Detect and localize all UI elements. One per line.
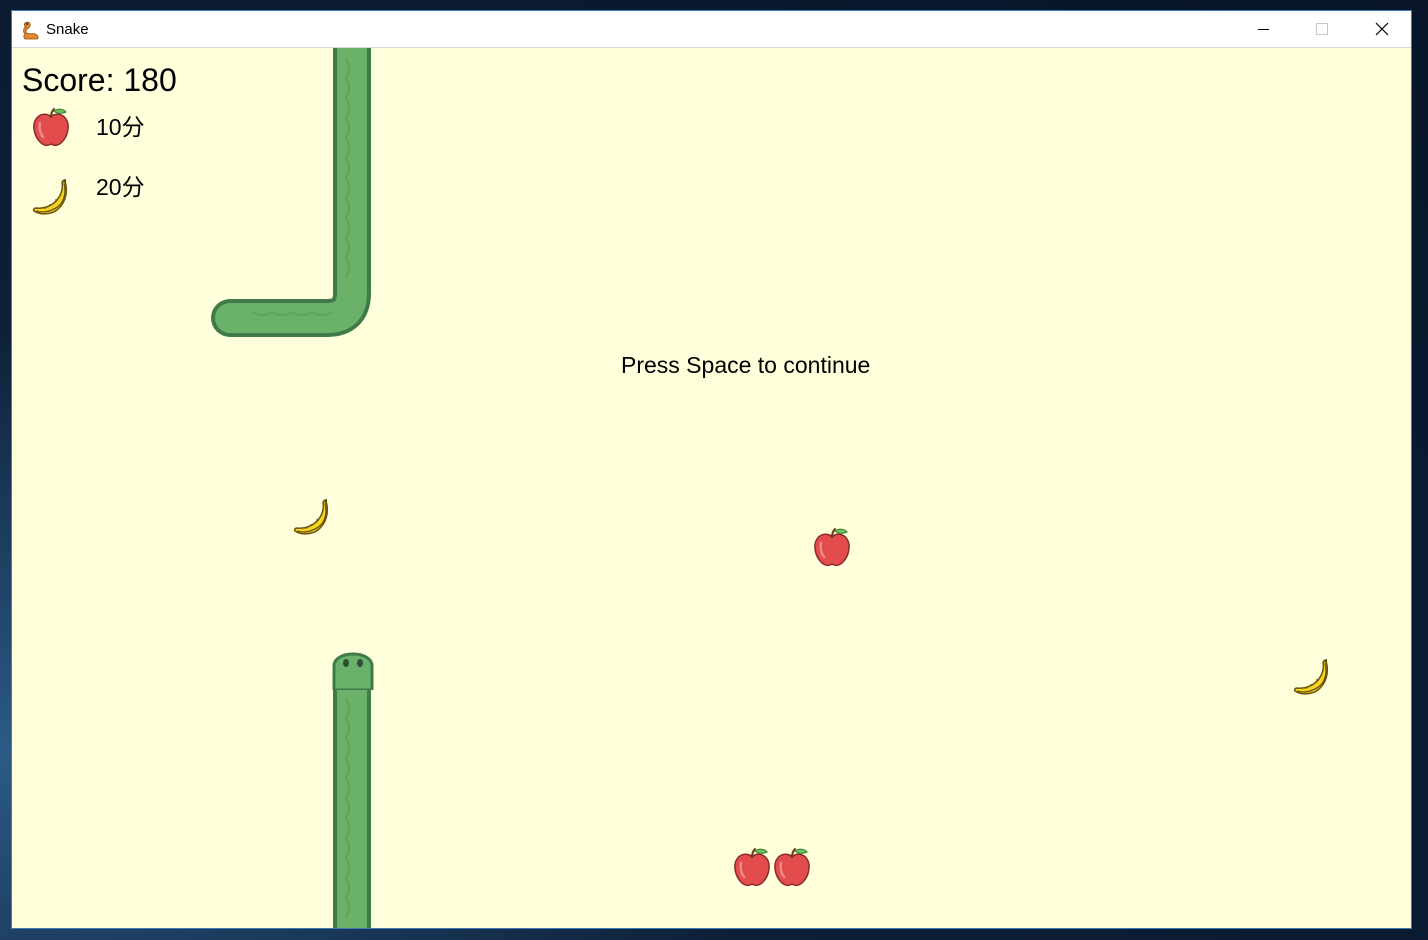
window-title: Snake	[46, 21, 89, 38]
snake-window: Snake Score: 180 10分 20分 Press Space to …	[11, 10, 1412, 929]
banana-icon	[291, 497, 333, 539]
legend-banana-points: 20分	[96, 174, 145, 200]
apple-icon	[731, 847, 773, 889]
pause-message: Press Space to continue	[621, 352, 871, 378]
score-display: Score: 180	[22, 62, 177, 98]
legend-banana-icon	[30, 177, 72, 219]
banana-icon	[1291, 657, 1333, 699]
maximize-button[interactable]	[1293, 11, 1351, 47]
apple-icon	[771, 847, 813, 889]
legend-apple-points: 10分	[96, 114, 145, 140]
snake-app-icon	[23, 21, 39, 40]
close-icon	[1375, 22, 1389, 36]
minimize-button[interactable]	[1235, 11, 1293, 47]
apple-icon	[811, 527, 853, 569]
legend-apple-icon	[30, 107, 72, 149]
snake-head	[332, 652, 374, 690]
close-button[interactable]	[1353, 11, 1411, 47]
snake-body-lower	[333, 673, 371, 928]
title-bar[interactable]: Snake	[12, 11, 1411, 48]
game-canvas[interactable]: Score: 180 10分 20分 Press Space to contin…	[12, 48, 1411, 928]
